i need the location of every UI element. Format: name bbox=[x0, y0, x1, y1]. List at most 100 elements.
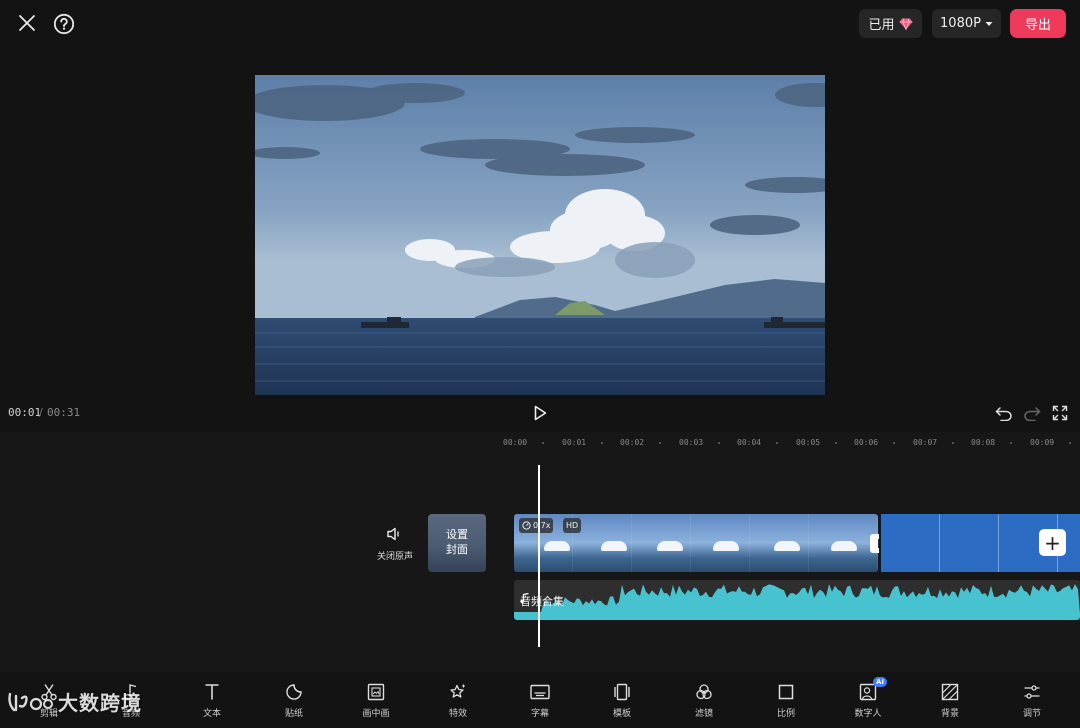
total-time: 00:31 bbox=[47, 406, 81, 419]
tool-ratio[interactable]: 比例 bbox=[758, 682, 814, 719]
clip-thumbnail bbox=[632, 514, 691, 572]
ruler-tick: 00:08 bbox=[971, 438, 996, 447]
ruler-tick: 00:00 bbox=[503, 438, 528, 447]
caret-down-icon bbox=[985, 21, 993, 26]
speed-value: 0.7x bbox=[533, 521, 551, 530]
fullscreen-button[interactable] bbox=[1050, 403, 1070, 423]
membership-used-button[interactable]: 已用 bbox=[859, 9, 922, 38]
cover-label-line1: 设置 bbox=[446, 528, 468, 541]
clip-thumbnail bbox=[691, 514, 750, 572]
clip-thumbnail bbox=[809, 514, 878, 572]
diamond-icon bbox=[899, 17, 912, 30]
audio-waveform bbox=[514, 584, 1080, 620]
ruler-dot bbox=[1010, 442, 1012, 444]
timeline-panel: 00:00 00:01 00:02 00:03 00:04 00:05 00:0… bbox=[0, 432, 1080, 672]
preview-frame-image bbox=[255, 75, 825, 395]
sticker-icon bbox=[286, 684, 302, 700]
top-bar: 已用 1080P 导出 bbox=[0, 0, 1080, 46]
bottom-toolbar: 剪辑 音频 文本 贴纸 画中画 特效 字幕 模板 滤镜 比例 AI 数字人 背景… bbox=[0, 672, 1080, 728]
ai-badge: AI bbox=[873, 677, 888, 687]
video-clip[interactable]: 0.7x HD bbox=[514, 514, 878, 572]
tool-label: 调节 bbox=[1022, 709, 1041, 719]
effects-star-icon bbox=[450, 684, 465, 698]
close-icon bbox=[19, 15, 35, 31]
mute-label: 关闭原声 bbox=[376, 552, 413, 562]
tool-subtitle[interactable]: 字幕 bbox=[512, 682, 568, 719]
subtitle-icon bbox=[530, 684, 550, 700]
help-icon bbox=[53, 13, 75, 35]
picture-in-picture-icon bbox=[367, 683, 385, 701]
ruler-tick: 00:01 bbox=[562, 438, 587, 447]
clip-thumbnail bbox=[750, 514, 809, 572]
add-clip-button[interactable]: + bbox=[1039, 529, 1066, 556]
ruler-dot bbox=[776, 442, 778, 444]
time-separator: / bbox=[39, 406, 43, 419]
ruler-dot bbox=[542, 442, 544, 444]
tool-sticker[interactable]: 贴纸 bbox=[266, 682, 322, 719]
clip-thumbnail bbox=[573, 514, 632, 572]
tool-label: 比例 bbox=[776, 709, 795, 719]
adjust-sliders-icon bbox=[1024, 685, 1040, 699]
play-icon bbox=[534, 405, 547, 421]
tool-label: 字幕 bbox=[530, 709, 549, 719]
tool-label: 特效 bbox=[448, 709, 467, 719]
tool-label: 贴纸 bbox=[284, 709, 303, 719]
resolution-dropdown[interactable]: 1080P bbox=[932, 9, 1001, 38]
fullscreen-icon bbox=[1052, 405, 1068, 421]
current-time: 00:01 bbox=[8, 406, 42, 419]
redo-button[interactable] bbox=[1022, 403, 1042, 423]
tool-digital-human[interactable]: AI 数字人 bbox=[840, 677, 896, 719]
used-label: 已用 bbox=[868, 18, 895, 33]
ratio-icon bbox=[778, 684, 794, 700]
tool-adjust[interactable]: 调节 bbox=[1004, 682, 1060, 719]
ruler-tick: 00:04 bbox=[737, 438, 762, 447]
watermark-logo-icon bbox=[8, 692, 53, 711]
audio-clip-label: 音频合集 bbox=[520, 593, 564, 609]
ruler-dot bbox=[952, 442, 954, 444]
speaker-icon bbox=[387, 527, 399, 541]
clip-divider bbox=[998, 514, 999, 572]
resolution-value: 1080P bbox=[940, 16, 981, 31]
video-track: 0.7x HD + bbox=[514, 514, 1080, 572]
cover-label: 设置 封面 bbox=[428, 527, 486, 557]
tool-background[interactable]: 背景 bbox=[922, 682, 978, 719]
redo-icon bbox=[1024, 407, 1041, 421]
tool-label: 背景 bbox=[940, 709, 959, 719]
help-button[interactable] bbox=[50, 10, 78, 38]
tool-text[interactable]: 文本 bbox=[184, 682, 240, 719]
close-button[interactable] bbox=[14, 10, 40, 36]
tool-label: 模板 bbox=[612, 709, 631, 719]
filter-icon bbox=[696, 684, 712, 700]
ruler-tick: 00:05 bbox=[796, 438, 821, 447]
ruler-dot bbox=[718, 442, 720, 444]
playhead[interactable] bbox=[538, 465, 540, 647]
ruler-tick: 00:07 bbox=[913, 438, 938, 447]
ruler-dot bbox=[659, 442, 661, 444]
time-ruler[interactable]: 00:00 00:01 00:02 00:03 00:04 00:05 00:0… bbox=[0, 432, 1080, 454]
template-icon bbox=[614, 683, 630, 701]
text-icon bbox=[205, 684, 219, 700]
hd-badge: HD bbox=[563, 518, 582, 533]
undo-button[interactable] bbox=[994, 403, 1014, 423]
undo-icon bbox=[995, 407, 1012, 421]
music-note-icon bbox=[520, 593, 529, 604]
ruler-dot bbox=[601, 442, 603, 444]
ruler-dot bbox=[1069, 442, 1071, 444]
speed-badge: 0.7x bbox=[519, 518, 554, 533]
ruler-dot bbox=[835, 442, 837, 444]
tool-picture-in-picture[interactable]: 画中画 bbox=[348, 682, 404, 719]
export-button[interactable]: 导出 bbox=[1010, 9, 1066, 38]
tool-filter[interactable]: 滤镜 bbox=[676, 682, 732, 719]
video-preview[interactable] bbox=[255, 75, 825, 395]
clip-divider bbox=[939, 514, 940, 572]
tool-template[interactable]: 模板 bbox=[594, 682, 650, 719]
ruler-tick: 00:03 bbox=[679, 438, 704, 447]
tool-effects[interactable]: 特效 bbox=[430, 682, 486, 719]
background-icon bbox=[941, 683, 959, 701]
ruler-tick: 00:06 bbox=[854, 438, 879, 447]
play-button[interactable] bbox=[529, 402, 551, 424]
mute-original-audio-button[interactable]: 关闭原声 bbox=[372, 526, 418, 562]
audio-track[interactable]: 音频合集 bbox=[514, 580, 1080, 620]
tool-label: 数字人 bbox=[854, 709, 882, 719]
set-cover-button[interactable]: 设置 封面 bbox=[428, 514, 486, 572]
